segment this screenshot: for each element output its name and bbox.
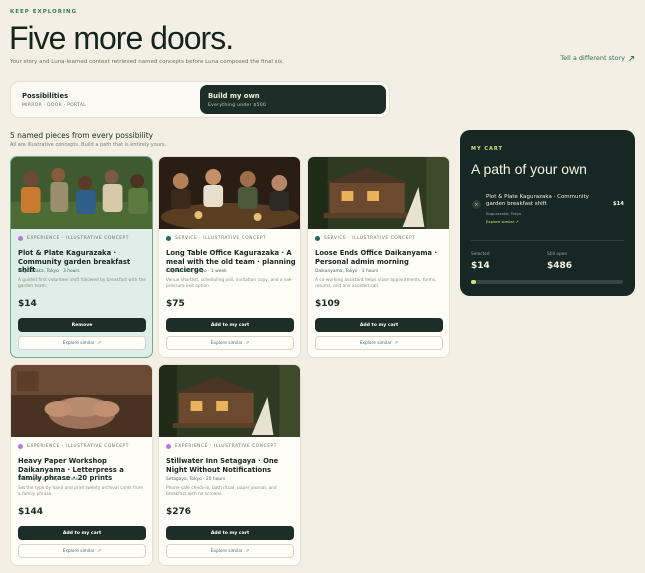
kind-label: EXPERIENCE · ILLUSTRATIVE CONCEPT [27,444,129,449]
still-open-label: Still open [547,252,568,257]
explore-label: Explore similar [486,219,515,224]
still-open-value: $486 [547,261,573,271]
arrow-diagonal-icon: ↗ [245,548,250,554]
tell-link-label: Tell a different story [560,54,625,62]
card-photo-pottery-hands [11,365,152,437]
concept-card: EXPERIENCE · ILLUSTRATIVE CONCEPT Heavy … [10,364,153,566]
cart-item-explore-link[interactable]: Explore similar ↗ [486,219,519,224]
cart-title: A path of your own [471,161,587,177]
card-photo-forest-cabin [159,365,300,437]
cart-divider [471,240,624,241]
card-kind: SERVICE · ILLUSTRATIVE CONCEPT [166,236,266,241]
cart-item-location: Kagurazaka, Tokyo [486,211,522,216]
card-kind: EXPERIENCE · ILLUSTRATIVE CONCEPT [18,444,129,449]
explore-label: Explore similar [62,548,95,554]
tab-subtitle: Everything under $500 [208,103,267,108]
add-to-cart-button[interactable]: Add to my cart [166,526,294,540]
kind-dot [166,236,171,241]
remove-button[interactable]: Remove [18,318,146,332]
tab-title: Possibilities [22,92,69,100]
card-location: Kagurazaka, Tokyo · 1 week [166,269,227,274]
explore-label: Explore similar [62,340,95,346]
tab-possibilities[interactable]: Possibilities MIRROR · DOOR · PORTAL [14,85,200,114]
cart-label: MY CART [471,146,503,152]
kind-dot [315,236,320,241]
eyebrow: KEEP EXPLORING [10,9,78,15]
tab-subtitle: MIRROR · DOOR · PORTAL [22,103,87,108]
add-to-cart-button[interactable]: Add to my cart [166,318,294,332]
card-description: Set the type by hand and print twenty ar… [18,486,144,497]
explore-similar-button[interactable]: Explore similar ↗ [166,336,294,350]
kind-label: SERVICE · ILLUSTRATIVE CONCEPT [175,236,267,241]
page-subtitle: Your story and Luna-learned context retr… [10,59,285,65]
add-to-cart-button[interactable]: Add to my cart [18,526,146,540]
card-price: $144 [18,507,44,517]
card-photo-dinner-table [159,157,300,229]
card-location: Daikanyama, Tokyo · 3 hours [315,269,379,274]
explore-similar-button[interactable]: Explore similar ↗ [315,336,443,350]
kind-dot [166,444,171,449]
section-subtitle: All are illustrative concepts. Build a p… [10,142,167,148]
arrow-diagonal-icon: ↗ [394,340,399,346]
card-kind: SERVICE · ILLUSTRATIVE CONCEPT [315,236,415,241]
card-location: Daikanyama, Tokyo · 3 hours [18,477,82,482]
card-description: A guided first volunteer shift followed … [18,278,146,289]
explore-similar-button[interactable]: Explore similar ↗ [18,544,146,558]
section-title: 5 named pieces from every possibility [10,131,154,140]
selected-value: $14 [471,261,490,271]
cart-item-title: Plot & Plate Kagurazaka · Community gard… [486,194,589,208]
explore-label: Explore similar [210,340,243,346]
page-title: Five more doors. [9,20,234,56]
cart-item-price: $14 [612,201,624,207]
card-description: Phone-safe check-in, bath ritual, paper … [166,486,277,497]
card-title: Loose Ends Office Daikanyama · Personal … [315,249,437,266]
arrow-diagonal-icon: ↗ [245,340,250,346]
arrow-diagonal-icon [629,55,635,61]
tab-title: Build my own [208,92,260,100]
card-location: Kagurazaka, Tokyo · 3 hours [18,269,80,274]
arrow-diagonal-icon: ↗ [515,219,519,224]
arrow-diagonal-icon: ↗ [97,340,102,346]
explore-label: Explore similar [359,340,392,346]
cart-item-remove-icon[interactable]: × [472,200,481,209]
explore-similar-button[interactable]: Explore similar ↗ [18,336,146,350]
kind-dot [18,444,23,449]
explore-similar-button[interactable]: Explore similar ↗ [166,544,294,558]
kind-dot [18,236,23,241]
card-location: Setagaya, Tokyo · 20 hours [166,477,226,482]
selected-label: Selected [471,252,490,257]
card-description: A co-working assistant helps close appoi… [315,278,437,289]
card-price: $75 [166,299,185,309]
card-kind: EXPERIENCE · ILLUSTRATIVE CONCEPT [166,444,277,449]
explore-label: Explore similar [210,548,243,554]
budget-progress-bar [471,280,623,284]
card-price: $276 [166,507,192,517]
kind-label: EXPERIENCE · ILLUSTRATIVE CONCEPT [175,444,277,449]
tab-build-my-own[interactable]: Build my own Everything under $500 [200,85,386,114]
kind-label: SERVICE · ILLUSTRATIVE CONCEPT [324,236,416,241]
arrow-diagonal-icon: ↗ [97,548,102,554]
card-price: $14 [18,299,37,309]
budget-progress-fill [471,280,476,284]
concept-card: SERVICE · ILLUSTRATIVE CONCEPT Long Tabl… [158,156,301,358]
add-to-cart-button[interactable]: Add to my cart [315,318,443,332]
card-photo-forest-cabin [308,157,449,229]
cart-panel: MY CART A path of your own × Plot & Plat… [460,130,635,296]
card-photo-garden-group [11,157,152,229]
card-title: Stillwater Inn Setagaya · One Night With… [166,457,279,474]
concept-card: SERVICE · ILLUSTRATIVE CONCEPT Loose End… [307,156,450,358]
card-kind: EXPERIENCE · ILLUSTRATIVE CONCEPT [18,236,129,241]
mode-tabs: Possibilities MIRROR · DOOR · PORTAL Bui… [10,81,390,118]
tell-different-story-link[interactable]: Tell a different story [560,54,635,62]
card-description: Venue shortlist, scheduling poll, invita… [166,278,293,289]
concept-card: EXPERIENCE · ILLUSTRATIVE CONCEPT Stillw… [158,364,301,566]
kind-label: EXPERIENCE · ILLUSTRATIVE CONCEPT [27,236,129,241]
concept-card: EXPERIENCE · ILLUSTRATIVE CONCEPT Plot &… [10,156,153,358]
card-price: $109 [315,299,341,309]
